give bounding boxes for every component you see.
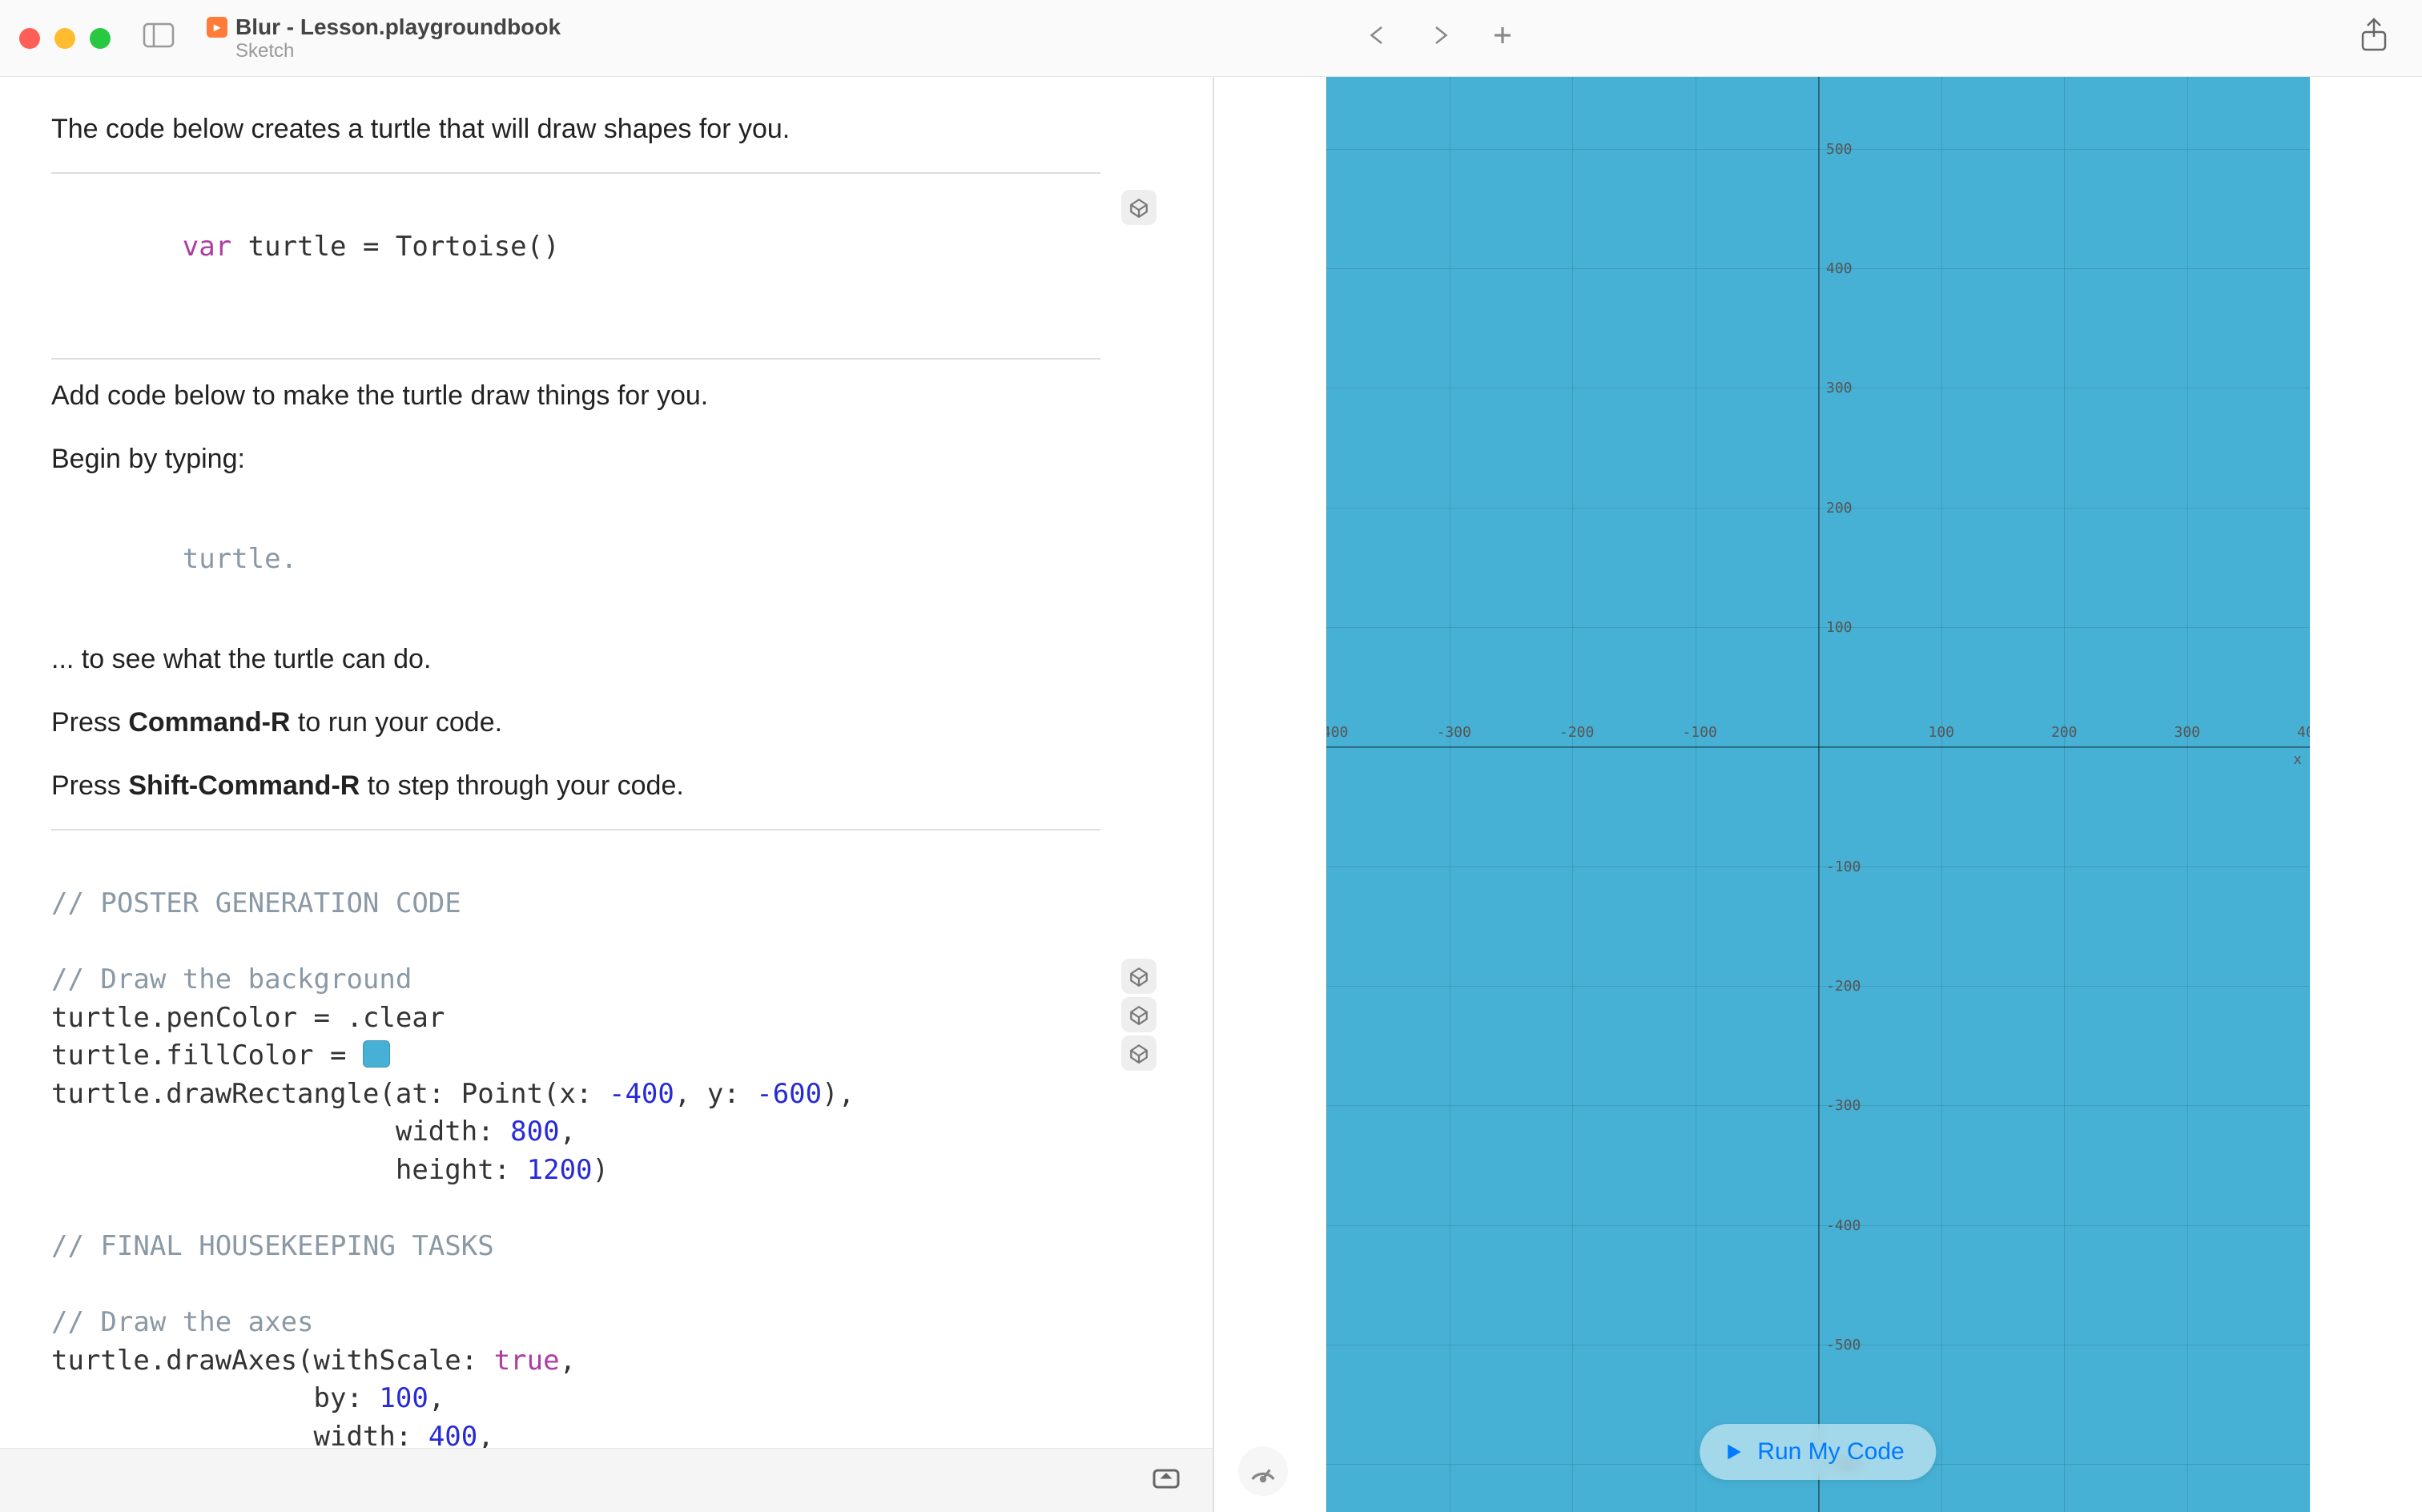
y-tick-label: 300 <box>1826 380 1853 396</box>
nav-controls <box>1366 23 1515 53</box>
editor-footer <box>0 1448 1213 1512</box>
main-code-block[interactable]: // POSTER GENERATION CODE // Draw the ba… <box>51 846 1100 1448</box>
result-badge[interactable] <box>1121 959 1157 994</box>
y-tick-label: -200 <box>1826 978 1861 995</box>
y-tick-label: -500 <box>1826 1337 1861 1353</box>
y-tick-label: 200 <box>1826 500 1853 517</box>
fullscreen-window-button[interactable] <box>90 28 111 49</box>
minimize-window-button[interactable] <box>54 28 75 49</box>
y-tick-label: 100 <box>1826 619 1853 636</box>
add-page-button[interactable] <box>1491 23 1515 53</box>
decl-rest: turtle = Tortoise() <box>231 231 559 263</box>
x-tick-label: -400 <box>1326 724 1348 741</box>
document-title-group: ▸ Blur - Lesson.playgroundbook Sketch <box>207 14 561 62</box>
result-badge[interactable] <box>1121 997 1157 1032</box>
intro-text: The code below creates a turtle that wil… <box>51 109 1100 150</box>
y-tick-label: 500 <box>1826 141 1853 158</box>
y-tick-label: -100 <box>1826 859 1861 875</box>
see-what-text: ... to see what the turtle can do. <box>51 639 1100 680</box>
x-tick-label: 100 <box>1929 724 1955 741</box>
editor-pane: The code below creates a turtle that wil… <box>0 77 1214 1512</box>
main-split: The code below creates a turtle that wil… <box>0 77 2422 1512</box>
run-button-label: Run My Code <box>1757 1438 1904 1466</box>
divider <box>51 829 1100 830</box>
live-view-pane: -400 -300 -200 -100 100 200 300 400 x 500 400 300 20… <box>1214 77 2422 1512</box>
document-title: Blur - Lesson.playgroundbook <box>235 14 561 40</box>
window-controls <box>19 28 111 49</box>
keyboard-shortcuts-button[interactable] <box>1152 1463 1181 1498</box>
turtle-dot-hint: turtle. <box>183 543 297 575</box>
begin-typing-text: Begin by typing: <box>51 439 1100 480</box>
editor-content[interactable]: The code below creates a turtle that wil… <box>0 77 1213 1448</box>
titlebar: ▸ Blur - Lesson.playgroundbook Sketch <box>0 0 2422 77</box>
result-badge[interactable] <box>1121 1035 1157 1071</box>
x-tick-label: -200 <box>1559 724 1594 741</box>
y-tick-label: -400 <box>1826 1217 1861 1234</box>
press-step-text: Press Shift-Command-R to step through yo… <box>51 766 1100 806</box>
y-tick-label: -300 <box>1826 1097 1861 1114</box>
nav-back-button[interactable] <box>1366 23 1390 53</box>
nav-forward-button[interactable] <box>1428 23 1452 53</box>
keyword-var: var <box>183 231 231 263</box>
run-my-code-button[interactable]: Run My Code <box>1700 1424 1936 1480</box>
share-button[interactable] <box>2358 18 2390 58</box>
turtle-canvas: -400 -300 -200 -100 100 200 300 400 x 500 400 300 20… <box>1326 77 2310 1512</box>
x-axis-label: x <box>2293 751 2302 768</box>
result-badge[interactable] <box>1121 190 1157 225</box>
document-subtitle: Sketch <box>235 40 294 62</box>
divider <box>51 358 1100 360</box>
close-window-button[interactable] <box>19 28 40 49</box>
divider <box>51 172 1100 174</box>
x-tick-label: 300 <box>2175 724 2201 741</box>
press-run-text: Press Command-R to run your code. <box>51 702 1100 743</box>
color-swatch-blue[interactable] <box>363 1040 390 1068</box>
y-tick-label: 400 <box>1826 260 1853 277</box>
x-tick-label: 400 <box>2297 724 2310 741</box>
x-tick-label: 200 <box>2051 724 2078 741</box>
add-code-text: Add code below to make the turtle draw t… <box>51 376 1100 416</box>
execution-speed-button[interactable] <box>1238 1446 1288 1496</box>
x-tick-label: -300 <box>1437 724 1471 741</box>
sidebar-toggle-button[interactable] <box>143 22 175 54</box>
x-tick-label: -100 <box>1683 724 1717 741</box>
playground-doc-icon: ▸ <box>207 17 227 38</box>
